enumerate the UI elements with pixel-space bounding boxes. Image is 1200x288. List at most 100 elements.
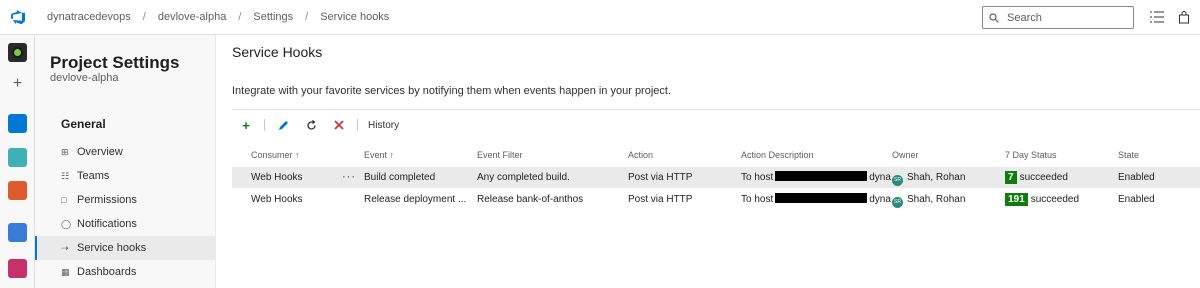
nav-item-label: Teams [77,170,110,182]
cell-state: Enabled [1118,194,1155,205]
nav-section-general: General [61,117,106,131]
project-avatar-icon[interactable] [8,43,27,62]
cell-owner: SR Shah, Rohan [892,167,1002,188]
description-suffix: dyna... [869,194,891,205]
add-subscription-button[interactable]: + [232,115,260,135]
shopping-bag-icon[interactable] [1176,9,1192,25]
cell-owner: SR Shah, Rohan [892,189,1002,210]
notifications-icon: ◯ [61,218,72,229]
app-rail: + [0,35,35,288]
azure-devops-logo-icon[interactable] [0,0,35,35]
owner-avatar: SR [892,197,903,208]
add-icon[interactable]: + [0,75,35,93]
nav-item-overview[interactable]: ⊞ Overview [35,140,216,164]
breadcrumb-project[interactable]: devlove-alpha [154,11,231,23]
dashboards-icon: ▦ [61,266,70,277]
cell-action-description: To host dyna... [741,189,891,210]
nav-item-label: Dashboards [77,266,137,278]
nav-item-label: Service hooks [77,242,147,254]
breadcrumb-separator: / [142,11,146,23]
nav-item-label: Notifications [77,218,137,230]
owner-name: Shah, Rohan [907,194,966,205]
nav-item-notifications[interactable]: ◯ Notifications [35,212,216,236]
nav-subtitle: devlove-alpha [50,72,119,84]
boards-app-icon[interactable] [8,148,27,167]
cell-7-day-status: 191 succeeded [1005,189,1115,210]
nav-title: Project Settings [50,53,180,72]
breadcrumb: dynatracedevops / devlove-alpha / Settin… [43,11,393,23]
owner-avatar: SR [892,175,903,186]
search-placeholder: Search [1007,11,1042,24]
status-count-badge: 191 [1005,193,1028,206]
task-list-icon[interactable] [1149,9,1165,25]
cell-event: Release deployment ... [364,194,467,205]
search-icon [989,12,999,23]
history-button[interactable]: History [368,120,399,131]
breadcrumb-separator: / [305,11,309,23]
column-header-action[interactable]: Action [628,150,653,160]
page-title: Service Hooks [232,44,323,60]
cell-event: Build completed [364,172,436,183]
redacted-host [775,193,868,203]
breadcrumb-separator: / [238,11,242,23]
service-hooks-icon: ⇢ [61,242,69,253]
description-prefix: To host [741,194,774,205]
nav-item-label: Permissions [77,194,137,206]
pipelines-app-icon[interactable] [8,223,27,242]
table-row[interactable]: Web Hooks Release deployment ... Release… [232,189,1200,210]
nav-item-permissions[interactable]: □ Permissions [35,188,216,212]
status-count-badge: 7 [1005,171,1017,184]
column-header-event-filter[interactable]: Event Filter [477,150,523,160]
cell-consumer: Web Hooks [251,172,303,183]
column-header-state[interactable]: State [1118,150,1139,160]
breadcrumb-organization[interactable]: dynatracedevops [43,11,135,23]
cell-event-filter: Release bank-of-anthos [477,194,584,205]
top-bar: dynatracedevops / devlove-alpha / Settin… [0,0,1200,35]
refresh-button[interactable] [297,115,325,135]
toolbar-separator [357,119,358,131]
toolbar: + History [232,115,399,135]
status-text: succeeded [1019,172,1068,183]
nav-item-dashboards[interactable]: ▦ Dashboards [35,260,216,284]
intro-text: Integrate with your favorite services by… [232,85,672,97]
add-icon: + [242,117,250,133]
teams-icon: ☷ [61,170,70,181]
column-header-action-description[interactable]: Action Description [741,150,814,160]
description-suffix: dyna... [869,172,891,183]
overview-app-icon[interactable] [8,114,27,133]
test-plans-app-icon[interactable] [8,259,27,278]
permissions-icon: □ [61,195,67,205]
description-prefix: To host [741,172,774,183]
refresh-icon [306,119,316,130]
owner-name: Shah, Rohan [907,172,966,183]
cell-action: Post via HTTP [628,194,693,205]
overview-icon: ⊞ [61,146,69,157]
nav-item-label: Overview [77,146,123,158]
more-actions-icon[interactable]: ··· [342,167,356,188]
cell-7-day-status: 7 succeeded [1005,167,1115,188]
settings-nav: Project Settings devlove-alpha General ⊞… [35,35,216,288]
breadcrumb-settings[interactable]: Settings [249,11,297,23]
edit-button[interactable] [269,115,297,135]
repos-app-icon[interactable] [8,181,27,200]
cell-action-description: To host dyna... [741,167,891,188]
redacted-host [775,171,868,181]
main-content: Service Hooks Integrate with your favori… [217,35,1200,288]
nav-item-teams[interactable]: ☷ Teams [35,164,216,188]
nav-item-service-hooks[interactable]: ⇢ Service hooks [35,236,216,260]
column-header-7-day-status[interactable]: 7 Day Status [1005,150,1057,160]
delete-button[interactable] [325,115,353,135]
column-header-consumer[interactable]: Consumer ↑ [251,150,300,160]
status-text: succeeded [1030,194,1080,205]
pencil-icon [278,120,288,130]
search-input[interactable]: Search [982,6,1134,29]
column-header-owner[interactable]: Owner [892,150,919,160]
cell-event-filter: Any completed build. [477,172,570,183]
cell-consumer: Web Hooks [251,194,303,205]
table-row[interactable]: Web Hooks ··· Build completed Any comple… [232,167,1200,188]
divider [232,109,1200,110]
cell-action: Post via HTTP [628,172,693,183]
column-header-event[interactable]: Event ↑ [364,150,394,160]
toolbar-separator [264,119,265,131]
breadcrumb-current[interactable]: Service hooks [316,11,393,23]
